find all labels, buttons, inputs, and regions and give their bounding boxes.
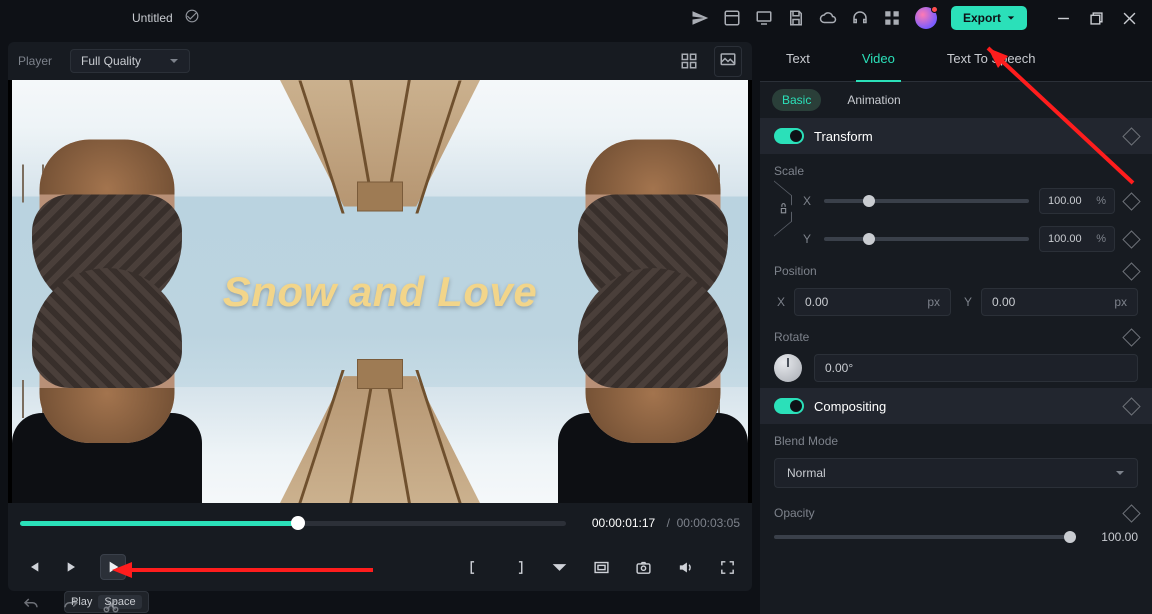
subtab-basic[interactable]: Basic	[772, 89, 821, 111]
markers-bracket-close-icon[interactable]	[504, 554, 530, 580]
scale-x-keyframe-icon[interactable]	[1122, 192, 1140, 210]
scale-y-keyframe-icon[interactable]	[1122, 230, 1140, 248]
prev-frame-button[interactable]	[20, 554, 46, 580]
blend-mode-label: Blend Mode	[774, 434, 1138, 448]
rotate-label: Rotate	[774, 330, 809, 344]
preview-viewport[interactable]: Snow and Love	[8, 80, 752, 503]
scale-x-input[interactable]: 100.00 %	[1039, 188, 1115, 214]
transform-title: Transform	[814, 129, 1115, 144]
title-bar: Untitled Export	[0, 0, 1152, 36]
player-label: Player	[18, 54, 52, 68]
saved-check-icon	[185, 9, 199, 28]
scale-y-input[interactable]: 100.00 %	[1039, 226, 1115, 252]
window-restore-icon[interactable]	[1090, 12, 1103, 25]
window-minimize-icon[interactable]	[1057, 12, 1070, 25]
axis-y-label: Y	[800, 232, 814, 246]
headphones-icon[interactable]	[851, 9, 869, 27]
scale-label: Scale	[774, 164, 1138, 178]
tab-text[interactable]: Text	[760, 36, 836, 81]
player-controls: Play Space	[8, 543, 752, 591]
quality-select[interactable]: Full Quality	[70, 49, 190, 73]
titlebar-actions: Export	[691, 6, 1142, 30]
scale-x-slider[interactable]	[824, 199, 1029, 203]
monitor-icon[interactable]	[755, 9, 773, 27]
rotate-keyframe-icon[interactable]	[1122, 328, 1140, 346]
grid-view-icon[interactable]	[680, 52, 698, 70]
window-close-icon[interactable]	[1123, 12, 1136, 25]
document-title: Untitled	[132, 11, 173, 25]
export-button[interactable]: Export	[951, 6, 1027, 30]
position-keyframe-icon[interactable]	[1122, 262, 1140, 280]
save-icon[interactable]	[787, 9, 805, 27]
scale-link-icon[interactable]	[774, 188, 792, 264]
opacity-slider[interactable]	[774, 535, 1070, 539]
subtab-animation[interactable]: Animation	[837, 89, 910, 111]
scrub-bar: 00:00:01:17 / 00:00:03:05	[8, 503, 752, 543]
axis-x-label: X	[800, 194, 814, 208]
position-x-input[interactable]: 0.00 px	[794, 288, 951, 316]
marker-dropdown-icon[interactable]	[546, 554, 572, 580]
opacity-value: 100.00	[1082, 530, 1138, 544]
opacity-keyframe-icon[interactable]	[1122, 504, 1140, 522]
volume-icon[interactable]	[672, 554, 698, 580]
markers-bracket-open-icon[interactable]	[462, 554, 488, 580]
opacity-label: Opacity	[774, 506, 815, 520]
preview-title-text: Snow and Love	[223, 268, 538, 316]
cut-icon[interactable]	[102, 596, 120, 614]
fullscreen-icon[interactable]	[714, 554, 740, 580]
scrub-thumb[interactable]	[291, 516, 305, 530]
scale-y-slider[interactable]	[824, 237, 1029, 241]
position-y-input[interactable]: 0.00 px	[981, 288, 1138, 316]
snapshot-icon[interactable]	[630, 554, 656, 580]
redo-icon[interactable]	[62, 596, 80, 614]
safe-zone-icon[interactable]	[588, 554, 614, 580]
transform-toggle[interactable]	[774, 128, 804, 144]
undo-icon[interactable]	[22, 596, 40, 614]
inspector-subtabs: Basic Animation	[760, 82, 1152, 118]
player-header: Player Full Quality	[8, 42, 752, 80]
tab-text-to-speech[interactable]: Text To Speech	[921, 36, 1062, 81]
scrub-track[interactable]	[20, 521, 566, 526]
picture-icon[interactable]	[719, 51, 737, 69]
export-button-label: Export	[963, 11, 1001, 25]
section-compositing: Compositing	[760, 388, 1152, 424]
blend-mode-value: Normal	[787, 466, 826, 480]
rotate-dial[interactable]	[774, 354, 802, 382]
compositing-toggle[interactable]	[774, 398, 804, 414]
position-label: Position	[774, 264, 817, 278]
apps-icon[interactable]	[883, 9, 901, 27]
tab-video[interactable]: Video	[836, 36, 921, 81]
send-icon[interactable]	[691, 9, 709, 27]
account-avatar[interactable]	[915, 7, 937, 29]
quality-value: Full Quality	[81, 54, 141, 68]
compositing-title: Compositing	[814, 399, 1115, 414]
play-button[interactable]	[100, 554, 126, 580]
cloud-icon[interactable]	[819, 9, 837, 27]
time-current: 00:00:01:17	[592, 516, 655, 530]
inspector-tabs: Text Video Text To Speech	[760, 36, 1152, 82]
section-transform: Transform	[760, 118, 1152, 154]
rotate-input[interactable]: 0.00°	[814, 354, 1138, 382]
transform-keyframe-icon[interactable]	[1122, 127, 1140, 145]
compositing-keyframe-icon[interactable]	[1122, 397, 1140, 415]
template-icon[interactable]	[723, 9, 741, 27]
next-frame-button[interactable]	[60, 554, 86, 580]
bottom-toolbar	[0, 590, 1152, 614]
blend-mode-select[interactable]: Normal	[774, 458, 1138, 488]
time-total: 00:00:03:05	[677, 516, 740, 530]
